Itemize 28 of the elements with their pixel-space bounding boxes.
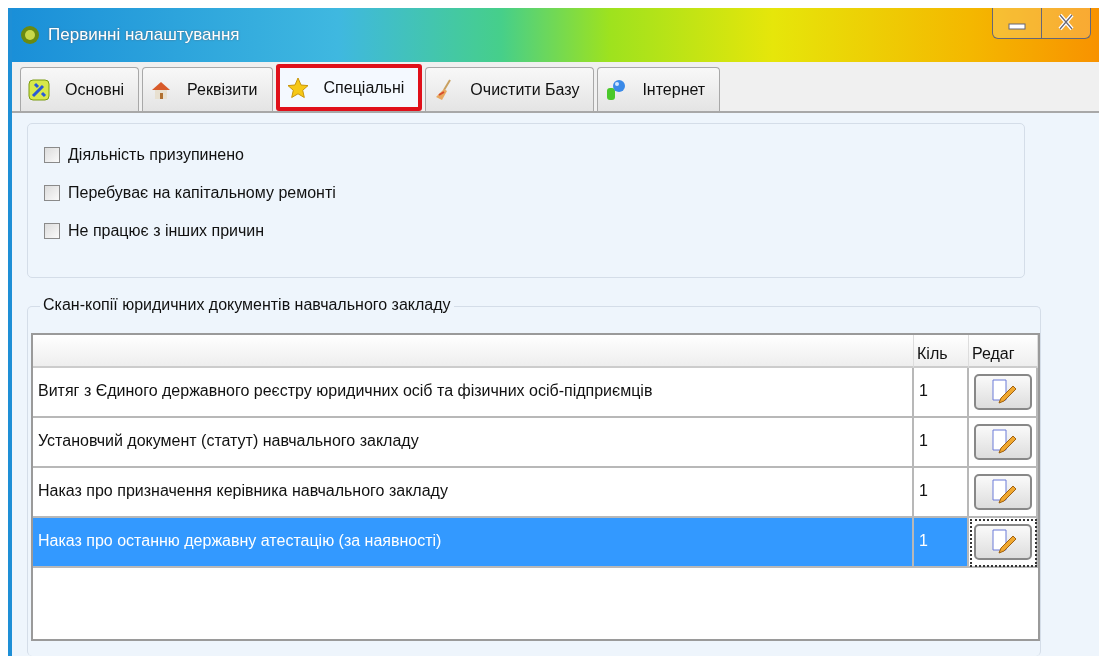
tab[interactable]: Основні — [20, 67, 140, 111]
checkbox[interactable] — [44, 185, 60, 201]
table-cell: Витяг з Єдиного державного реєстру юридичних осіб та фізичних осіб-підприємців — [33, 368, 914, 418]
table-cell: Наказ про останню державну атестацію (за наявності) — [33, 518, 914, 568]
table-cell: 1 — [914, 368, 969, 418]
tab[interactable]: Спеціальні — [275, 64, 423, 111]
checkbox[interactable] — [44, 223, 60, 239]
column-header: Редаг — [969, 335, 1038, 368]
tab[interactable]: Реквізити — [142, 67, 273, 111]
table-cell: Установчий документ (статут) навчального закладу — [33, 418, 914, 468]
checkbox-label: Не працює з інших причин — [68, 222, 265, 240]
column-header: Кіль — [914, 335, 969, 368]
edit-button[interactable] — [973, 374, 1032, 410]
edit-button[interactable] — [973, 424, 1032, 460]
tab[interactable]: Очистити Базу — [425, 67, 595, 111]
checkbox-label: Діяльність призупинено — [68, 146, 244, 164]
wrench-icon — [27, 77, 51, 102]
group-title: Скан-копії юридичних документів навчального закладу — [40, 296, 454, 314]
checkbox[interactable] — [44, 147, 60, 163]
edit-button[interactable] — [973, 524, 1032, 560]
window-title: Первинні налаштування — [48, 25, 240, 45]
edit-button[interactable] — [973, 474, 1032, 510]
app-logo-icon — [20, 25, 40, 45]
table-cell: 1 — [914, 518, 969, 568]
table-cell: 1 — [914, 418, 969, 468]
checkbox-label: Перебуває на капітальному ремонті — [68, 184, 336, 202]
star-icon — [285, 75, 310, 100]
tab[interactable]: Інтернет — [597, 67, 721, 111]
